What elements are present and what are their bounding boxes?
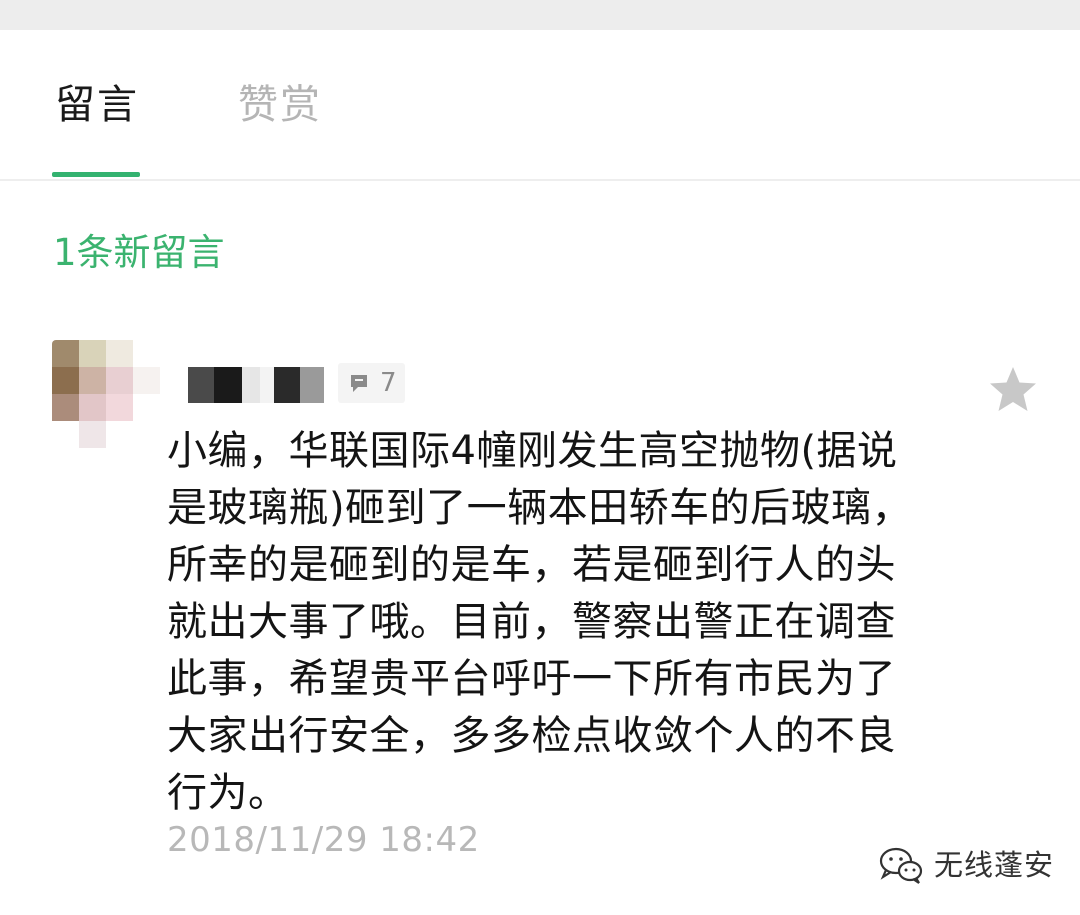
- new-comments-count: 1条新留言: [53, 231, 225, 274]
- active-tab-indicator: [52, 172, 140, 177]
- nickname[interactable]: [188, 367, 328, 403]
- like-count: 7: [380, 368, 397, 398]
- star-icon[interactable]: [985, 362, 1041, 418]
- watermark: 无线蓬安: [876, 843, 1054, 887]
- tab-comments[interactable]: 留言: [55, 80, 139, 130]
- comment-item: 7 小编，华联国际4幢刚发生高空抛物(据说 是玻璃瓶)砸到了一辆本田轿车的后玻璃…: [0, 295, 1080, 915]
- tab-divider: [0, 179, 1080, 181]
- top-bar: [0, 0, 1080, 30]
- comment-timestamp: 2018/11/29 18:42: [167, 820, 480, 860]
- wechat-logo-icon: [879, 847, 923, 884]
- tab-rewards[interactable]: 赞赏: [238, 80, 322, 130]
- watermark-text: 无线蓬安: [934, 848, 1055, 882]
- comment-text: 小编，华联国际4幢刚发生高空抛物(据说 是玻璃瓶)砸到了一辆本田轿车的后玻璃， …: [167, 428, 913, 816]
- tab-bar: 留言 赞赏: [0, 30, 1080, 180]
- thumb-icon: [351, 375, 367, 392]
- like-button[interactable]: 7: [338, 363, 405, 403]
- avatar[interactable]: [52, 340, 160, 448]
